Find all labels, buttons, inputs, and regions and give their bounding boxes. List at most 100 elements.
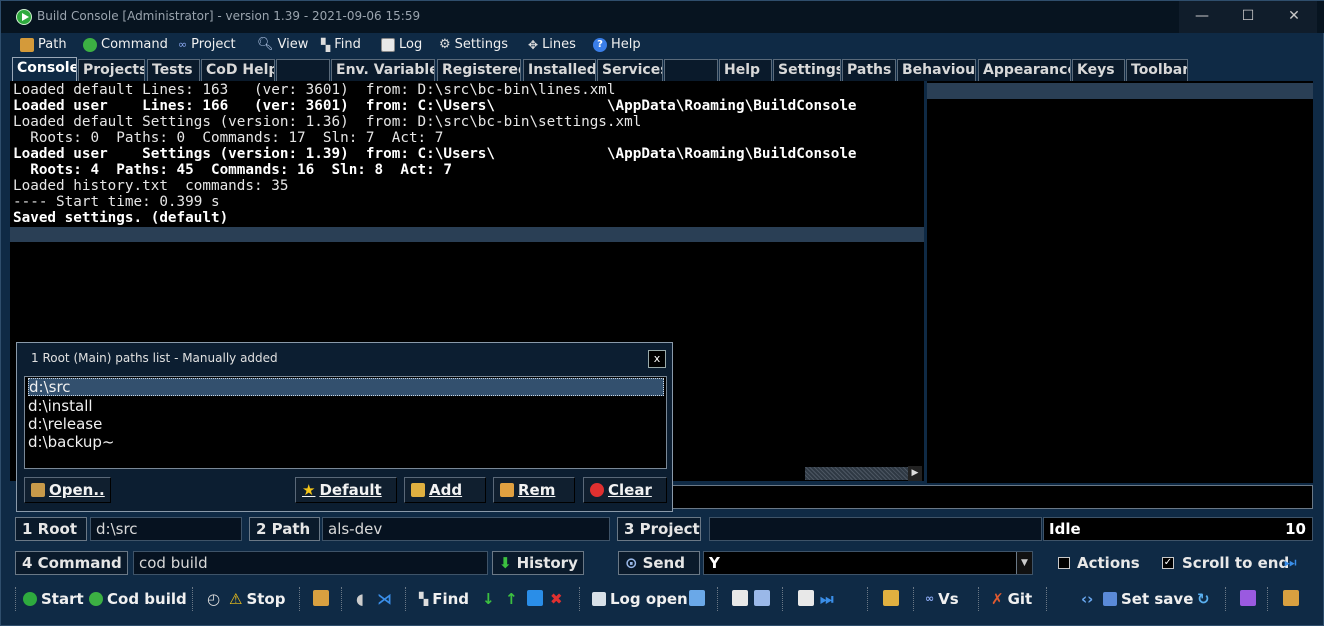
project-label[interactable]: 3 Project (617, 517, 701, 541)
mouse-button[interactable]: ◖ (356, 588, 364, 610)
tab-registered[interactable]: Registered (437, 59, 521, 81)
log-icon (381, 38, 395, 52)
toolbar-separator (913, 587, 914, 611)
tab-settings[interactable]: Settings (773, 59, 841, 81)
path-field[interactable]: als-dev (322, 517, 610, 541)
vscode-button[interactable]: ⋊ (377, 588, 392, 610)
project-icon: ∞ (178, 38, 188, 51)
menu-log[interactable]: Log (381, 35, 422, 55)
paths-list[interactable]: d:\src d:\install d:\release d:\backup~ (24, 376, 667, 469)
open-button[interactable]: Open.. (24, 477, 111, 503)
cod-build-button[interactable]: Cod build (89, 588, 187, 610)
list-item[interactable]: d:\backup~ (28, 433, 664, 451)
skip-end-button[interactable]: ⏭ (820, 588, 834, 610)
menu-path[interactable]: Path (20, 35, 67, 55)
open-folder-icon[interactable] (883, 590, 899, 606)
exit-icon[interactable] (1283, 590, 1299, 606)
menu-project[interactable]: ∞ Project (178, 35, 236, 55)
scroll-to-end-label: Scroll to end (1182, 554, 1290, 572)
command-field[interactable]: cod build (133, 551, 488, 575)
set-save-button[interactable]: Set save (1103, 588, 1193, 610)
root-label[interactable]: 1 Root (15, 517, 87, 541)
scroll-to-end-checkbox[interactable]: ✓ (1162, 557, 1174, 569)
skip-end-icon[interactable]: ⏭ (1284, 555, 1297, 571)
start-button[interactable]: Start (23, 588, 84, 610)
tab-console[interactable]: Console (12, 57, 77, 81)
send-button[interactable]: ⊙ Send (618, 551, 700, 575)
tab-tests[interactable]: Tests (147, 59, 200, 81)
find-next-button[interactable]: ↓ (482, 588, 495, 610)
project-field[interactable] (709, 517, 1042, 541)
tab-keys[interactable]: Keys (1072, 59, 1125, 81)
tab-appearance[interactable]: Appearance (978, 59, 1071, 81)
list-item[interactable]: d:\install (28, 397, 664, 415)
root-field[interactable]: d:\src (90, 517, 242, 541)
list-item[interactable]: d:\src (28, 378, 664, 396)
menu-help[interactable]: ? Help (593, 35, 641, 55)
chevron-down-icon[interactable]: ▼ (1016, 552, 1032, 574)
add-button[interactable]: Add (404, 477, 486, 503)
menu-find[interactable]: ▚ Find (321, 35, 361, 55)
console-line: Roots: 0 Paths: 0 Commands: 17 Sln: 7 Ac… (13, 130, 444, 146)
clock-button[interactable]: ◴ (207, 588, 220, 610)
horizontal-scrollbar[interactable] (805, 467, 915, 480)
command-label[interactable]: 4 Command (15, 551, 128, 575)
reload-button[interactable]: ↻ (1197, 588, 1210, 610)
tab-empty-1[interactable] (276, 59, 330, 81)
tab-env-variables[interactable]: Env. Variables (331, 59, 435, 81)
command-input-bar[interactable] (669, 485, 1313, 509)
tab-toolbar[interactable]: Toolbar (1126, 59, 1188, 81)
mouse-icon: ◖ (356, 590, 364, 608)
page-icon[interactable] (798, 590, 814, 606)
git-button[interactable]: ✗ Git (991, 588, 1032, 610)
tab-installed[interactable]: Installed (523, 59, 596, 81)
tab-behaviour[interactable]: Behaviour (897, 59, 976, 81)
tab-projects[interactable]: Projects (78, 59, 145, 81)
list-item[interactable]: d:\release (28, 415, 664, 433)
default-button[interactable]: ★ Default (295, 477, 397, 503)
find-prev-button[interactable]: ↑ (505, 588, 518, 610)
refresh-icon[interactable] (527, 590, 543, 606)
code-button[interactable]: ‹› (1081, 588, 1093, 610)
folder-icon[interactable] (313, 590, 329, 606)
side-panel-selection (927, 83, 1313, 99)
menu-view[interactable]: 🔍︎ View (257, 35, 308, 55)
menu-label: Lines (542, 37, 576, 52)
log-open-button[interactable]: Log open (592, 588, 688, 610)
tab-empty-2[interactable] (664, 59, 718, 81)
document-icon[interactable] (732, 590, 748, 606)
actions-checkbox[interactable] (1058, 557, 1070, 569)
find-button[interactable]: ▚ Find (419, 588, 469, 610)
checklist-icon[interactable] (1240, 590, 1256, 606)
tab-paths[interactable]: Paths (842, 59, 896, 81)
cancel-find-button[interactable]: ✖ (550, 588, 563, 610)
log-folder-icon[interactable] (689, 590, 705, 606)
maximize-button[interactable]: ☐ (1225, 1, 1271, 33)
send-select[interactable]: Y ▼ (703, 551, 1033, 575)
menu-command[interactable]: Command (83, 35, 168, 55)
vs-button[interactable]: ∞ Vs (925, 588, 959, 610)
menu-settings[interactable]: ⚙ Settings (439, 35, 508, 55)
close-button[interactable]: ✕ (1271, 1, 1317, 33)
status-text: Idle (1049, 520, 1081, 538)
tab-services[interactable]: Services (597, 59, 663, 81)
lines-icon: ✥ (528, 38, 539, 52)
path-label[interactable]: 2 Path (249, 517, 320, 541)
minimize-button[interactable]: — (1179, 1, 1225, 33)
toolbar-separator (405, 587, 406, 611)
log-open-label: Log open (610, 590, 688, 608)
notes-icon[interactable] (754, 590, 770, 606)
add-icon (411, 483, 425, 497)
arrow-down-icon: ↓ (482, 590, 495, 608)
stop-button[interactable]: ⚠ Stop (229, 588, 285, 610)
tab-cod-help[interactable]: CoD Help (201, 59, 275, 81)
rem-button[interactable]: Rem (493, 477, 575, 503)
dialog-close-button[interactable]: x (648, 350, 666, 368)
menu-lines[interactable]: ✥ Lines (528, 35, 576, 55)
side-panel[interactable] (927, 81, 1313, 483)
scroll-right-arrow-icon[interactable]: ▶ (908, 466, 922, 481)
toolbar-separator (192, 587, 193, 611)
history-button[interactable]: ⬇ History (492, 551, 584, 575)
clear-button[interactable]: Clear (583, 477, 667, 503)
tab-help[interactable]: Help (719, 59, 772, 81)
